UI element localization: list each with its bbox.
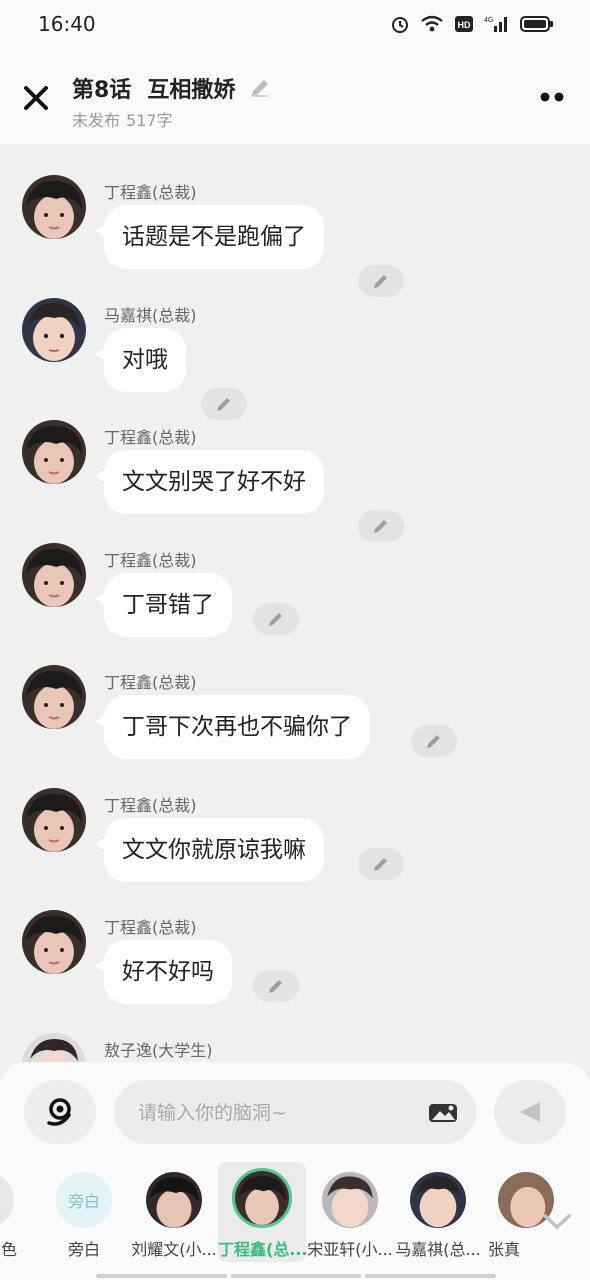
svg-text:4G: 4G	[484, 17, 493, 24]
word-count: 517字	[126, 111, 173, 130]
role-label: 马嘉祺(总...	[395, 1240, 481, 1259]
svg-text:HD: HD	[458, 20, 471, 30]
episode-meta: 未发布 517字	[72, 107, 173, 131]
page-title: 第8话 互相撒娇	[72, 72, 271, 104]
scroll-indicator	[96, 1274, 497, 1278]
editor-header: 第8话 互相撒娇 未发布 517字	[0, 52, 590, 145]
avatar[interactable]	[22, 298, 86, 362]
message-bubble[interactable]: 丁哥下次再也不骗你了	[95, 695, 370, 759]
sender-name: 丁程鑫(总裁)	[104, 551, 197, 570]
edit-message-button[interactable]	[358, 510, 404, 542]
sender-name: 敖子逸(大学生)	[104, 1041, 213, 1060]
sender-name: 丁程鑫(总裁)	[104, 183, 197, 202]
message-bubble[interactable]: 丁哥错了	[95, 573, 232, 637]
avatar[interactable]	[22, 1033, 86, 1065]
role-item[interactable]: 刘耀文(小...	[130, 1162, 218, 1262]
status-time: 16:40	[38, 12, 96, 36]
role-label: 刘耀文(小...	[131, 1240, 217, 1259]
send-icon	[520, 1102, 540, 1122]
pencil-icon	[427, 735, 440, 748]
avatar[interactable]	[22, 175, 86, 239]
composer: 角色 旁白 旁白 刘耀文(小... 丁程鑫(总... 宋亚轩(小... 马嘉祺(…	[0, 1062, 590, 1280]
status-bar: 16:40 HD 4G	[0, 0, 590, 52]
wifi-icon	[421, 15, 443, 32]
message-input-wrapper	[114, 1080, 476, 1146]
more-icon[interactable]	[538, 90, 566, 104]
pencil-icon	[374, 275, 387, 288]
episode-number: 第8话	[72, 78, 132, 103]
role-label: 丁程鑫(总...	[218, 1240, 306, 1259]
role-item[interactable]: 宋亚轩(小...	[306, 1162, 394, 1262]
close-icon[interactable]	[20, 82, 52, 114]
hd-icon: HD	[455, 16, 473, 32]
avatar[interactable]	[22, 665, 86, 729]
edit-message-button[interactable]	[358, 265, 404, 297]
chat-list: 丁程鑫(总裁) 话题是不是跑偏了 马嘉祺(总裁) 对哦 丁程鑫(总裁) 文文别哭…	[0, 145, 590, 1065]
battery-icon	[520, 16, 553, 32]
message-bubble[interactable]: 文文别哭了好不好	[95, 450, 324, 514]
role-label: 宋亚轩(小...	[307, 1240, 393, 1259]
image-icon[interactable]	[428, 1100, 458, 1124]
status-icons: HD 4G	[390, 14, 554, 34]
message-bubble[interactable]: 话题是不是跑偏了	[95, 205, 324, 269]
role-label: 张真	[488, 1240, 521, 1259]
role-avatar	[0, 1172, 14, 1228]
sender-name: 丁程鑫(总裁)	[104, 673, 197, 692]
edit-message-button[interactable]	[201, 388, 247, 420]
avatar[interactable]	[22, 543, 86, 607]
role-item-selected[interactable]: 丁程鑫(总...	[218, 1162, 306, 1262]
role-avatar	[146, 1172, 202, 1228]
sender-name: 丁程鑫(总裁)	[104, 796, 197, 815]
role-avatar	[322, 1172, 378, 1228]
role-item[interactable]: 旁白 旁白	[40, 1162, 128, 1262]
pencil-icon	[269, 613, 282, 626]
avatar[interactable]	[22, 420, 86, 484]
role-picker: 角色 旁白 旁白 刘耀文(小... 丁程鑫(总... 宋亚轩(小... 马嘉祺(…	[0, 1162, 590, 1262]
episode-title: 互相撒娇	[147, 78, 236, 103]
publish-status: 未发布	[72, 111, 121, 130]
message-bubble[interactable]: 对哦	[95, 328, 186, 392]
narrator-avatar: 旁白	[56, 1172, 112, 1228]
sender-name: 丁程鑫(总裁)	[104, 918, 197, 937]
sender-name: 马嘉祺(总裁)	[104, 306, 197, 325]
role-label: 旁白	[67, 1240, 100, 1259]
edit-message-button[interactable]	[253, 603, 299, 635]
role-avatar	[410, 1172, 466, 1228]
voice-icon	[47, 1098, 71, 1126]
send-button[interactable]	[494, 1080, 566, 1144]
role-avatar	[232, 1168, 292, 1228]
role-item[interactable]: 马嘉祺(总...	[394, 1162, 482, 1262]
edit-message-button[interactable]	[411, 725, 457, 757]
message-bubble[interactable]: 好不好吗	[95, 940, 232, 1004]
avatar[interactable]	[22, 910, 86, 974]
avatar[interactable]	[22, 788, 86, 852]
role-item[interactable]: 角色	[0, 1162, 30, 1262]
pencil-icon	[374, 520, 387, 533]
alarm-icon	[392, 17, 408, 33]
edit-message-button[interactable]	[253, 970, 299, 1002]
pencil-icon	[269, 980, 282, 993]
edit-message-button[interactable]	[358, 848, 404, 880]
sender-name: 丁程鑫(总裁)	[104, 428, 197, 447]
edit-title-icon[interactable]	[249, 77, 271, 99]
signal-4g-icon: 4G	[484, 17, 507, 32]
voice-button[interactable]	[24, 1080, 96, 1144]
pencil-icon	[217, 398, 230, 411]
message-input[interactable]	[136, 1080, 420, 1146]
chevron-down-icon[interactable]	[540, 1210, 574, 1232]
role-label: 角色	[0, 1240, 17, 1259]
message-bubble[interactable]: 文文你就原谅我嘛	[95, 818, 324, 882]
pencil-icon	[374, 858, 387, 871]
